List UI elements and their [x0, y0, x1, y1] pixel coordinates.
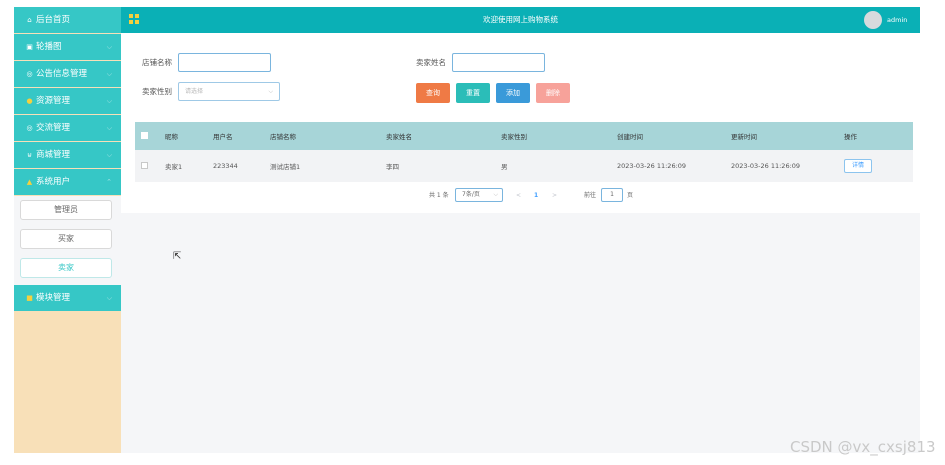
cell-username: 223344 — [207, 150, 264, 182]
sidebar-item-chat[interactable]: ◎ 交流管理 ⌵ — [14, 115, 121, 141]
sidebar-item-carousel[interactable]: ▣ 轮播图 ⌵ — [14, 34, 121, 60]
cart-icon: ⊌ — [26, 151, 33, 159]
seller-name-input[interactable] — [452, 53, 545, 72]
sidebar-item-mall[interactable]: ⊌ 商城管理 ⌵ — [14, 142, 121, 168]
submenu-item-admin[interactable]: 管理员 — [20, 200, 112, 220]
sidebar-item-notice[interactable]: ◎ 公告信息管理 ⌵ — [14, 61, 121, 87]
top-header: 欢迎使用网上购物系统 admin — [121, 7, 920, 33]
username-label[interactable]: admin — [887, 7, 907, 33]
col-header: 创建时间 — [611, 122, 725, 150]
chevron-down-icon: ⌵ — [106, 97, 112, 105]
module-icon: ■ — [26, 294, 33, 302]
sidebar-item-label: 后台首页 — [36, 15, 71, 25]
cell-nickname: 卖家1 — [159, 150, 207, 182]
seller-gender-select[interactable]: 请选择 ⌵ — [178, 82, 280, 101]
sidebar-item-system-users[interactable]: ▲ 系统用户 ⌃ — [14, 169, 121, 195]
chevron-down-icon: ⌵ — [493, 191, 498, 198]
resource-icon: ● — [26, 97, 33, 105]
col-header: 更新时间 — [725, 122, 838, 150]
col-header: 卖家性别 — [495, 122, 611, 150]
table-header-row: 昵称 用户名 店铺名称 卖家姓名 卖家性别 创建时间 更新时间 操作 — [135, 122, 913, 150]
select-placeholder: 请选择 — [185, 88, 204, 95]
home-icon: ⌂ — [27, 16, 32, 24]
next-page-button[interactable]: > — [552, 188, 557, 204]
cell-name: 李四 — [380, 150, 495, 182]
page-size-select[interactable]: 7条/页 ⌵ — [455, 188, 503, 202]
watermark: CSDN @vx_cxsj813 — [790, 438, 936, 456]
mouse-cursor-icon: ⇱ — [173, 251, 182, 262]
sidebar-item-label: 商城管理 — [36, 150, 71, 160]
sidebar-item-label: 交流管理 — [36, 123, 71, 133]
col-header: 店铺名称 — [264, 122, 380, 150]
header-title: 欢迎使用网上购物系统 — [483, 15, 558, 24]
sidebar-item-label: 系统用户 — [36, 177, 71, 187]
row-select-cell[interactable] — [135, 150, 159, 182]
sidebar-item-modules[interactable]: ■ 模块管理 ⌵ — [14, 285, 121, 311]
chevron-down-icon: ⌵ — [106, 124, 112, 132]
notice-icon: ◎ — [26, 70, 33, 78]
shop-name-input[interactable] — [178, 53, 271, 72]
chevron-down-icon: ⌵ — [106, 294, 112, 302]
avatar[interactable] — [864, 11, 882, 29]
chevron-down-icon: ⌵ — [106, 70, 112, 78]
chat-icon: ◎ — [26, 124, 33, 132]
content-panel: 店铺名称 卖家姓名 卖家性别 请选择 ⌵ 查询 重置 添加 删除 昵称 用户名 … — [121, 33, 920, 213]
page-size-value: 7条/页 — [462, 191, 480, 198]
row-checkbox[interactable] — [141, 161, 148, 169]
detail-button[interactable]: 详情 — [844, 159, 872, 173]
main-content: 店铺名称 卖家姓名 卖家性别 请选择 ⌵ 查询 重置 添加 删除 昵称 用户名 … — [121, 33, 920, 453]
submenu: 管理员 买家 卖家 — [14, 196, 121, 285]
cell-updated: 2023-03-26 11:26:09 — [725, 150, 838, 182]
col-header: 操作 — [838, 122, 913, 150]
chevron-down-icon: ⌵ — [268, 88, 273, 95]
cell-shop: 测试店铺1 — [264, 150, 380, 182]
sidebar-item-resources[interactable]: ● 资源管理 ⌵ — [14, 88, 121, 114]
submenu-item-seller[interactable]: 卖家 — [20, 258, 112, 278]
col-header: 用户名 — [207, 122, 264, 150]
seller-gender-label: 卖家性别 — [142, 87, 172, 96]
sidebar-item-home[interactable]: ⌂ 后台首页 — [14, 7, 121, 33]
chevron-up-icon: ⌃ — [106, 178, 112, 186]
cell-created: 2023-03-26 11:26:09 — [611, 150, 725, 182]
goto-page-input[interactable]: 1 — [601, 188, 623, 202]
chevron-down-icon: ⌵ — [106, 151, 112, 159]
reset-button[interactable]: 重置 — [456, 83, 490, 103]
chevron-down-icon: ⌵ — [106, 43, 112, 51]
data-table: 昵称 用户名 店铺名称 卖家姓名 卖家性别 创建时间 更新时间 操作 卖家1 2… — [135, 122, 913, 182]
page-number-current[interactable]: 1 — [534, 188, 538, 204]
prev-page-button[interactable]: < — [516, 188, 521, 204]
user-icon: ▲ — [26, 178, 33, 186]
select-all-cell[interactable] — [135, 122, 159, 150]
goto-label: 前往 — [584, 192, 597, 199]
col-header: 卖家姓名 — [380, 122, 495, 150]
sidebar-item-label: 轮播图 — [36, 42, 62, 52]
add-button[interactable]: 添加 — [496, 83, 530, 103]
image-icon: ▣ — [26, 43, 33, 51]
pagination-total: 共 1 条 — [429, 192, 449, 199]
sidebar-item-label: 公告信息管理 — [36, 69, 88, 79]
sidebar: ⌂ 后台首页 ▣ 轮播图 ⌵ ◎ 公告信息管理 ⌵ ● 资源管理 ⌵ ◎ 交流管理 ⌵ ⊌… — [14, 7, 121, 453]
sidebar-item-label: 资源管理 — [36, 96, 71, 106]
submenu-item-buyer[interactable]: 买家 — [20, 229, 112, 249]
select-all-checkbox[interactable] — [141, 131, 148, 139]
query-button[interactable]: 查询 — [416, 83, 450, 103]
app-frame: ⌂ 后台首页 ▣ 轮播图 ⌵ ◎ 公告信息管理 ⌵ ● 资源管理 ⌵ ◎ 交流管理 ⌵ ⊌… — [14, 7, 920, 453]
cell-gender: 男 — [495, 150, 611, 182]
delete-button[interactable]: 删除 — [536, 83, 570, 103]
page-unit-label: 页 — [627, 192, 634, 199]
seller-name-label: 卖家姓名 — [416, 58, 446, 67]
shop-name-label: 店铺名称 — [142, 58, 172, 67]
sidebar-item-label: 模块管理 — [36, 293, 71, 303]
col-header: 昵称 — [159, 122, 207, 150]
cell-action: 详情 — [838, 150, 913, 182]
table-row: 卖家1 223344 测试店铺1 李四 男 2023-03-26 11:26:0… — [135, 150, 913, 182]
